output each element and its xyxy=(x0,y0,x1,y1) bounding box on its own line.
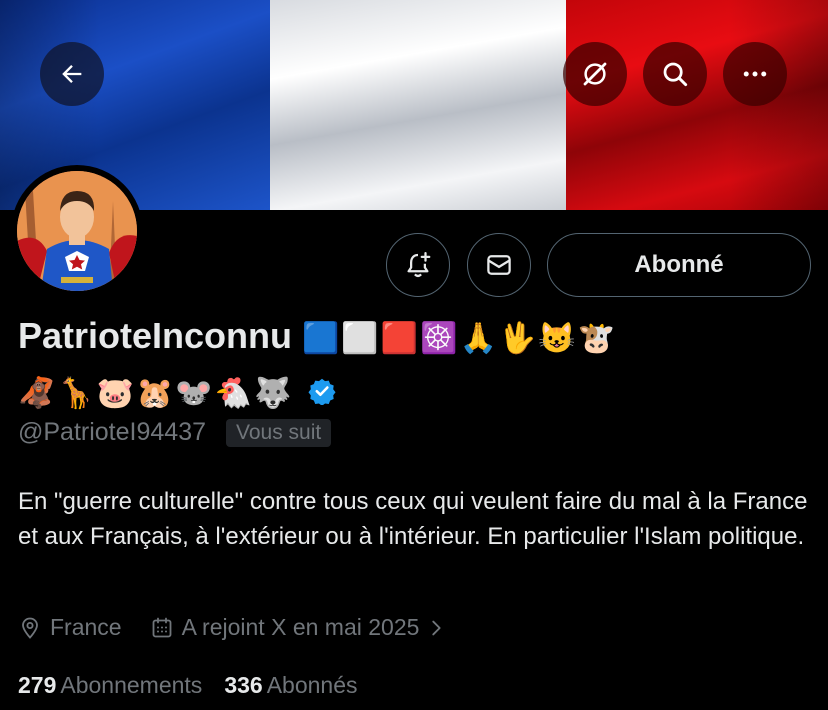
message-button[interactable] xyxy=(467,233,531,297)
avatar[interactable] xyxy=(11,165,143,297)
chevron-right-icon xyxy=(432,620,442,635)
followers-label: Abonnés xyxy=(266,672,358,698)
avatar-image xyxy=(17,171,137,291)
joined-item[interactable]: A rejoint X en mai 2025 xyxy=(150,614,456,641)
following-stat[interactable]: 279 Abonnements xyxy=(18,672,202,699)
bell-plus-icon xyxy=(407,252,431,278)
follows-you-badge: Vous suit xyxy=(226,418,332,447)
handle-row: @PatrioteI94437 Vous suit xyxy=(18,418,332,447)
location-text: France xyxy=(50,614,122,640)
arrow-left-icon xyxy=(62,65,82,83)
followers-stat[interactable]: 336 Abonnés xyxy=(224,672,357,699)
verified-badge-icon[interactable] xyxy=(307,367,336,419)
search-button[interactable] xyxy=(643,42,707,106)
profile-meta: France A rejoint X en mai 2025 xyxy=(18,614,483,641)
following-button-label: Abonné xyxy=(634,251,724,278)
name-emojis-line1: 🟦⬜🟥☸️🙏🖖😺🐮 xyxy=(302,322,617,355)
follow-stats: 279 Abonnements 336 Abonnés xyxy=(18,672,380,699)
display-name-row: PatrioteInconnu 🟦⬜🟥☸️🙏🖖😺🐮 🦧🦒🐷🐹🐭🐔🐺 xyxy=(18,310,818,420)
banner-shade xyxy=(0,0,828,210)
location-item: France xyxy=(18,614,122,641)
following-label: Abonnements xyxy=(60,672,203,698)
location-pin-icon xyxy=(22,617,38,639)
back-button[interactable] xyxy=(40,42,104,106)
display-name: PatrioteInconnu xyxy=(18,315,293,356)
superhero-avatar-icon xyxy=(17,171,137,291)
joined-text: A rejoint X en mai 2025 xyxy=(181,614,420,640)
more-icon xyxy=(743,71,767,77)
grok-button[interactable] xyxy=(563,42,627,106)
following-button[interactable]: Abonné xyxy=(547,233,811,297)
name-emojis-line2: 🦧🦒🐷🐹🐭🐔🐺 xyxy=(18,377,294,410)
envelope-icon xyxy=(487,255,511,275)
grok-icon xyxy=(583,62,607,86)
search-icon xyxy=(663,62,688,87)
profile-bio: En "guerre culturelle" contre tous ceux … xyxy=(18,488,808,550)
notifications-button[interactable] xyxy=(386,233,450,297)
following-count: 279 xyxy=(18,672,57,698)
user-handle: @PatrioteI94437 xyxy=(18,418,207,446)
followers-count: 336 xyxy=(224,672,263,698)
calendar-icon xyxy=(152,617,171,637)
profile-banner[interactable] xyxy=(0,0,828,210)
more-button[interactable] xyxy=(723,42,787,106)
